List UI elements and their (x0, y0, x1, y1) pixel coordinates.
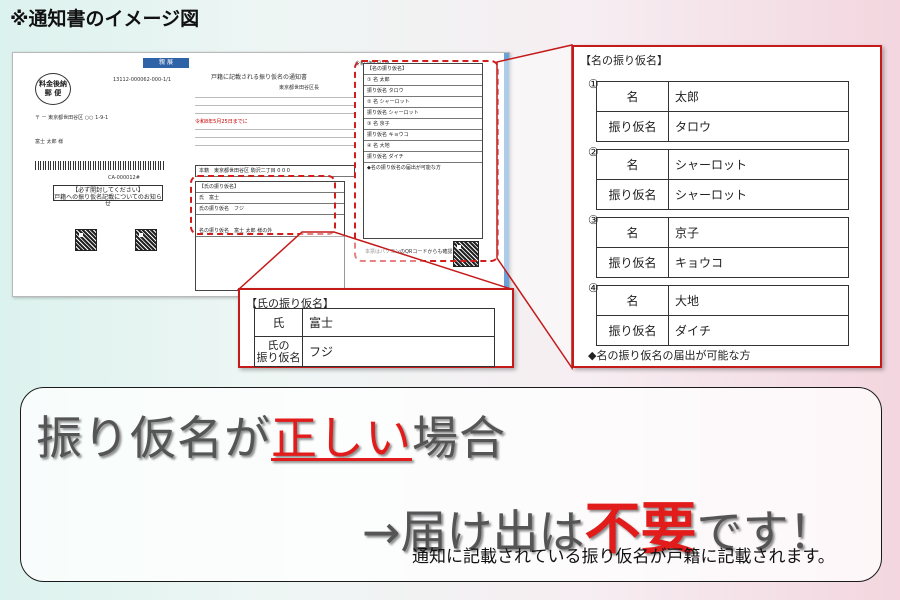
document-issuer: 東京都世田谷区長 (279, 85, 320, 91)
name-label: 名 (596, 217, 669, 248)
deadline-note: 令和8年5月25日までに (195, 119, 248, 125)
surname-kana-value: フジ (302, 336, 495, 367)
kana-label: 振り仮名 (596, 111, 669, 142)
name-entry-table: 名大地 振り仮名 ダイチ (596, 285, 849, 346)
postal-barcode (35, 161, 165, 170)
name-label: 名 (596, 285, 669, 316)
surname-value: 富士 (302, 308, 495, 337)
message-line-1: 振り仮名が正しい場合 (36, 402, 506, 468)
document-edge (504, 53, 509, 296)
document-code: CA-000012# (108, 175, 140, 181)
kana-label: 振り仮名 (596, 247, 669, 278)
name-callout-title: 【名の振り仮名】 (580, 54, 668, 67)
surname-highlight (190, 175, 336, 235)
qr-code-icon (135, 229, 157, 251)
address-code: 13112-000062-000-1/1 (113, 77, 171, 83)
name-callout: 【名の振り仮名】 ① 名太郎 振り仮名 タロウ ② 名シャーロット 振り仮名 シャーロット ③ 名… (572, 45, 882, 368)
honseki-label: 本籍 (199, 168, 210, 174)
name-entry-table: 名太郎 振り仮名 タロウ (596, 81, 849, 142)
surname-callout: 【氏の振り仮名】 氏富士 氏の 振り仮名 フジ (238, 288, 514, 368)
page-heading: ※通知書のイメージ図 (10, 8, 200, 30)
name-label: 名 (596, 81, 669, 112)
name-value: シャーロット (668, 149, 849, 180)
surname-label: 氏 (254, 308, 303, 337)
kana-value: タロウ (668, 111, 849, 142)
name-callout-footer: ◆名の振り仮名の届出が可能な方 (588, 349, 751, 362)
kana-value: ダイチ (668, 315, 849, 346)
message-subtext: 通知に記載されている振り仮名が戸籍に記載されます。 (412, 547, 835, 567)
kana-value: シャーロット (668, 179, 849, 210)
must-open-line-1: 【必ず開封してください】 (72, 187, 144, 194)
name-value: 太郎 (668, 81, 849, 112)
honseki-value: 東京都世田谷区 駒沢二丁目 0 0 0 (214, 168, 290, 174)
line1-pre: 振り仮名が (36, 411, 271, 465)
name-entry-table: 名京子 振り仮名 キョウコ (596, 217, 849, 278)
confidential-tag: 親 展 (143, 58, 189, 68)
must-open-line-2: 戸籍への振り仮名記載についてのお知らせ (54, 194, 162, 208)
name-highlight (354, 60, 499, 262)
name-value: 大地 (668, 285, 849, 316)
line1-emphasis: 正しい (271, 411, 412, 465)
qr-code-icon (75, 229, 97, 251)
surname-kana-label: 氏の 振り仮名 (254, 336, 303, 367)
line1-post: 場合 (412, 411, 506, 465)
stamp-line-1: 料金後納 (39, 80, 67, 88)
document-title: 戸籍に記載される振り仮名の通知書 (211, 74, 308, 81)
stamp-line-2: 郵 便 (44, 89, 62, 97)
kana-value: キョウコ (668, 247, 849, 278)
name-label: 名 (596, 149, 669, 180)
name-value: 京子 (668, 217, 849, 248)
name-entry-table: 名シャーロット 振り仮名 シャーロット (596, 149, 849, 210)
must-open-box: 【必ず開封してください】 戸籍への振り仮名記載についてのお知らせ (53, 185, 163, 208)
kana-label: 振り仮名 (596, 315, 669, 346)
postage-stamp: 料金後納 郵 便 (35, 73, 71, 105)
kana-label: 振り仮名 (596, 179, 669, 210)
